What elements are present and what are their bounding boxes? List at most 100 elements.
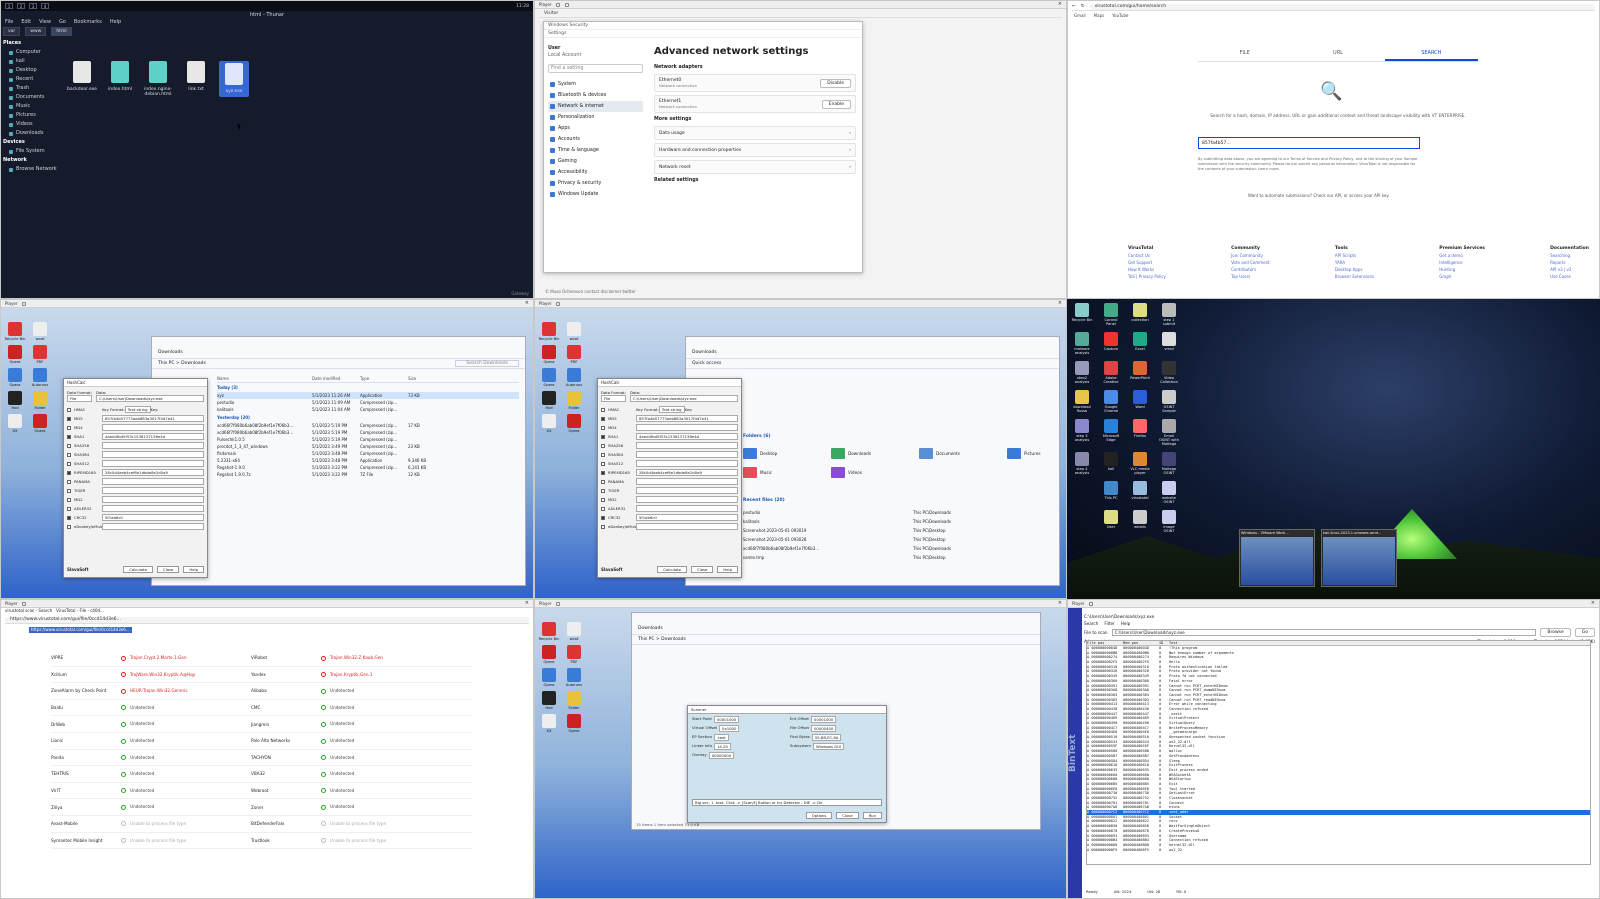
- pause-icon[interactable]: [22, 601, 27, 606]
- data-format-select[interactable]: File: [67, 395, 92, 402]
- bookmark[interactable]: Maps: [1094, 13, 1105, 18]
- sidebar-item[interactable]: Music: [3, 102, 65, 111]
- sidebar-item[interactable]: Downloads: [3, 129, 65, 138]
- vm-player-label[interactable]: Player: [1072, 601, 1084, 606]
- settings-nav-item[interactable]: Privacy & security: [548, 178, 643, 189]
- close-icon[interactable]: ×: [1058, 601, 1062, 606]
- footer-link[interactable]: Get Support: [1128, 259, 1166, 266]
- desktop-icon[interactable]: Firefox: [1129, 419, 1151, 446]
- desktop-icon[interactable]: Opera: [4, 368, 26, 387]
- desktop-icon[interactable]: Adobe Creative: [1100, 361, 1122, 384]
- hmac-checkbox[interactable]: [601, 407, 605, 412]
- more-settings-row[interactable]: Hardware and connection properties ›: [654, 143, 856, 157]
- footer-link[interactable]: Browser Extensions: [1335, 273, 1374, 280]
- adapter-toggle-button[interactable]: Enable: [821, 99, 851, 109]
- hash-checkbox[interactable]: [67, 470, 71, 475]
- recent-file-row[interactable]: pestudio This PC\Downloads: [743, 508, 1036, 517]
- breadcrumb[interactable]: This PC > Downloads: [638, 637, 686, 642]
- url-field[interactable]: virustotal.com/gui/home/search: [1089, 3, 1595, 10]
- desktop-icon[interactable]: PDF: [29, 345, 51, 364]
- desktop-icon[interactable]: PowerPoint: [1129, 361, 1151, 384]
- pause-icon[interactable]: [1089, 601, 1094, 606]
- desktop-icon[interactable]: Folder: [563, 391, 585, 410]
- workspace-3[interactable]: 3: [29, 3, 37, 9]
- column-header[interactable]: Mem pos: [1123, 641, 1159, 645]
- table-row[interactable]: Regshot 1.9.0.7z 5/1/2023 3:22 PM 7Z File 1…: [217, 471, 519, 478]
- hash-checkbox[interactable]: [67, 434, 71, 439]
- browser-tab[interactable]: virustotal scan - Search: [5, 608, 52, 613]
- calculate-button[interactable]: Calculate: [657, 566, 687, 573]
- hmac-checkbox[interactable]: [67, 407, 71, 412]
- tab-search[interactable]: SEARCH: [1384, 47, 1478, 61]
- vm-player-label[interactable]: Player: [539, 2, 551, 7]
- hash-value-field[interactable]: 28c0d4aeb4cef6e1dbde8e2d0a9: [636, 469, 738, 476]
- hash-checkbox[interactable]: [601, 461, 605, 466]
- file-input[interactable]: C:\Users\User\Downloads\xyz.exe: [1111, 629, 1537, 636]
- footer-link[interactable]: Use Cases: [1550, 273, 1589, 280]
- close-icon[interactable]: ×: [1058, 2, 1062, 7]
- desktop-icon[interactable]: Excel: [1129, 332, 1151, 355]
- highlighted-hash[interactable]: https://www.virustotal.com/gui/file/0ccd…: [29, 627, 132, 633]
- hash-value-field[interactable]: [102, 442, 204, 449]
- browser-tab[interactable]: VirusTotal - File - c40d...: [56, 608, 104, 613]
- hash-value-field[interactable]: 857fa4b57773aeb883a3017f4d7e41: [636, 415, 738, 422]
- settings-nav-item[interactable]: Bluetooth & devices: [548, 90, 643, 101]
- tab-help[interactable]: Help: [1121, 621, 1131, 626]
- vm-player-label[interactable]: Player: [539, 301, 551, 306]
- tab-filter[interactable]: Filter: [1104, 621, 1114, 626]
- recent-file-row[interactable]: Screenshot 2023-05-01 093019 This PC\Desk…: [743, 526, 1036, 535]
- desktop-icon[interactable]: User: [1100, 510, 1122, 533]
- file-item[interactable]: index.html: [105, 61, 135, 97]
- menu-item[interactable]: View: [39, 19, 51, 25]
- close-icon[interactable]: ×: [525, 601, 529, 606]
- desktop-icon[interactable]: Recycle Bin: [538, 322, 560, 341]
- field-value[interactable]: 00001000: [810, 716, 837, 723]
- hash-value-field[interactable]: [102, 505, 204, 512]
- search-input[interactable]: 857fa4b57...: [1198, 137, 1420, 149]
- hash-checkbox[interactable]: [601, 524, 605, 529]
- close-button[interactable]: Close: [157, 566, 180, 573]
- sidebar-item[interactable]: Browse Network: [3, 165, 65, 174]
- quick-folder[interactable]: Pictures: [1007, 448, 1066, 459]
- footer-link[interactable]: Contact Us: [1128, 252, 1166, 259]
- hash-checkbox[interactable]: [67, 506, 71, 511]
- search-input[interactable]: Search Downloads: [455, 360, 519, 367]
- file-item[interactable]: backdoor.exe: [67, 61, 97, 97]
- desktop-icon[interactable]: Opera: [29, 414, 51, 433]
- desktop-icon[interactable]: Autoruns: [563, 368, 585, 387]
- bookmark[interactable]: Gmail: [1074, 13, 1086, 18]
- desktop-icon[interactable]: malware analysis: [1071, 332, 1093, 355]
- settings-search[interactable]: Find a setting: [548, 64, 643, 73]
- settings-nav-item[interactable]: Windows Update: [548, 189, 643, 200]
- footer-link[interactable]: API v3 | v2: [1550, 266, 1589, 273]
- table-row[interactable]: flsdsmain 5/1/2023 3:48 PM Compressed (zip…: [217, 450, 519, 457]
- settings-nav-item[interactable]: Accounts: [548, 134, 643, 145]
- desktop-icon[interactable]: Opera: [563, 714, 585, 733]
- hash-value-field[interactable]: 5f1ab6c0: [636, 514, 738, 521]
- hash-value-field[interactable]: [102, 523, 204, 530]
- hash-checkbox[interactable]: [67, 488, 71, 493]
- url-field[interactable]: https://www.virustotal.com/gui/file/0ccd…: [5, 616, 529, 623]
- group-header[interactable]: Yesterday (20): [217, 413, 519, 422]
- string-row[interactable]: A 0000000008F5 0000004008F5 0 ws2_32: [1087, 848, 1590, 853]
- run-button[interactable]: Run: [862, 812, 882, 819]
- desktop-icon[interactable]: Hxd: [538, 391, 560, 410]
- sidebar-item[interactable]: Computer: [3, 48, 65, 57]
- table-row[interactable]: xcd66f7f080b6ab08f2b9ef1e7f06b3... 5/1/20…: [217, 422, 519, 429]
- desktop-icon[interactable]: XX: [538, 414, 560, 433]
- field-value[interactable]: 55,8B,EC,6A: [811, 734, 842, 741]
- hash-value-field[interactable]: [102, 460, 204, 467]
- data-format-select[interactable]: File: [601, 395, 626, 402]
- desktop-icon[interactable]: Recycle Bin: [4, 322, 26, 341]
- desktop-icon[interactable]: Maltego OSINT: [1158, 452, 1180, 475]
- hash-value-field[interactable]: [636, 523, 738, 530]
- menu-item[interactable]: Go: [59, 19, 66, 25]
- browse-button[interactable]: Browse: [1540, 628, 1571, 637]
- hash-value-field[interactable]: [636, 451, 738, 458]
- hash-checkbox[interactable]: [67, 416, 71, 421]
- hash-checkbox[interactable]: [67, 443, 71, 448]
- vm-player-label[interactable]: Player: [539, 601, 551, 606]
- fullscreen-icon[interactable]: [565, 2, 570, 7]
- workspace-2[interactable]: 2: [17, 3, 25, 9]
- breadcrumb[interactable]: This PC > Downloads: [158, 361, 206, 366]
